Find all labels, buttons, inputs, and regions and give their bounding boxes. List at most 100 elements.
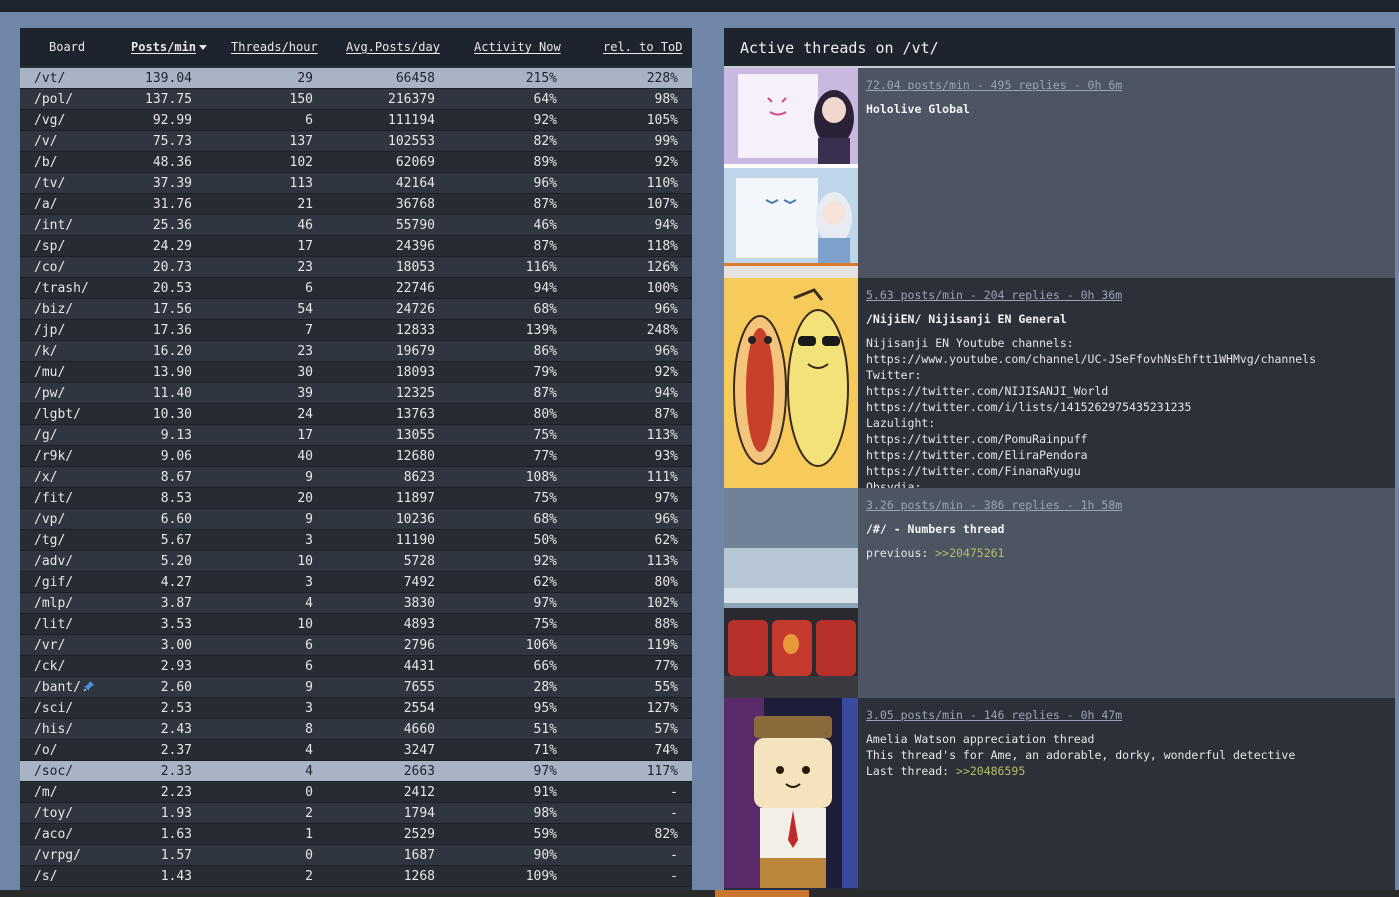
table-row[interactable]: /mlp/3.87 4 3830 97% 102% <box>20 593 692 614</box>
board-link[interactable]: /lgbt/ <box>34 404 81 425</box>
table-row[interactable]: /s/1.43 2 1268 109% - <box>20 866 692 887</box>
table-row[interactable]: /int/25.36 46 55790 46% 94% <box>20 215 692 236</box>
thread-meta-link[interactable]: 5.63 posts/min - 204 replies - 0h 36m <box>866 287 1387 303</box>
quote-link[interactable]: >>20486595 <box>956 764 1025 778</box>
rel-tod-cell-text: 100% <box>646 281 678 296</box>
header-threads-per-hour[interactable]: Threads/hour <box>231 40 318 54</box>
board-link[interactable]: /sci/ <box>34 698 73 719</box>
table-row[interactable]: /fit/8.53 20 11897 75% 97% <box>20 488 692 509</box>
board-link[interactable]: /a/ <box>34 194 57 215</box>
thread-thumbnail[interactable] <box>724 698 858 890</box>
board-link[interactable]: /tg/ <box>34 530 65 551</box>
board-link[interactable]: /ck/ <box>34 656 65 677</box>
board-link[interactable]: /r9k/ <box>34 446 73 467</box>
table-row[interactable]: /trash/20.53 6 22746 94% 100% <box>20 278 692 299</box>
thread-meta-link[interactable]: 3.05 posts/min - 146 replies - 0h 47m <box>866 707 1387 723</box>
header-board[interactable]: Board <box>49 40 85 54</box>
board-link[interactable]: /biz/ <box>34 299 73 320</box>
table-row[interactable]: /a/31.76 21 36768 87% 107% <box>20 194 692 215</box>
table-row[interactable]: /adv/5.20 10 5728 92% 113% <box>20 551 692 572</box>
table-row[interactable]: /o/2.37 4 3247 71% 74% <box>20 740 692 761</box>
header-posts-per-min[interactable]: Posts/min <box>131 40 208 54</box>
thread-thumbnail[interactable] <box>724 68 858 278</box>
table-row[interactable]: /co/20.73 23 18053 116% 126% <box>20 257 692 278</box>
table-row[interactable]: /vrpg/1.57 0 1687 90% - <box>20 845 692 866</box>
table-row[interactable]: /sci/2.53 3 2554 95% 127% <box>20 698 692 719</box>
table-row[interactable]: /ck/2.93 6 4431 66% 77% <box>20 656 692 677</box>
table-row[interactable]: /b/48.36 102 62069 89% 92% <box>20 152 692 173</box>
board-link[interactable]: /v/ <box>34 131 57 152</box>
thread-item[interactable]: 5.63 posts/min - 204 replies - 0h 36m /N… <box>724 278 1395 488</box>
table-row[interactable]: /mu/13.90 30 18093 79% 92% <box>20 362 692 383</box>
board-link[interactable]: /pol/ <box>34 89 73 110</box>
table-row[interactable]: /m/2.23 0 2412 91% - <box>20 782 692 803</box>
table-row[interactable]: /pw/11.40 39 12325 87% 94% <box>20 383 692 404</box>
board-link[interactable]: /mlp/ <box>34 593 73 614</box>
table-row[interactable]: /lgbt/10.30 24 13763 80% 87% <box>20 404 692 425</box>
board-link[interactable]: /co/ <box>34 257 65 278</box>
table-row[interactable]: /biz/17.56 54 24726 68% 96% <box>20 299 692 320</box>
board-link[interactable]: /vt/ <box>34 68 65 89</box>
board-link[interactable]: /aco/ <box>34 824 73 845</box>
board-link[interactable]: /trash/ <box>34 278 89 299</box>
header-activity-now[interactable]: Activity Now <box>474 40 561 54</box>
thread-thumbnail[interactable] <box>724 278 858 488</box>
board-link[interactable]: /soc/ <box>34 761 73 782</box>
board-link[interactable]: /int/ <box>34 215 73 236</box>
table-row[interactable]: /k/16.20 23 19679 86% 96% <box>20 341 692 362</box>
table-row[interactable]: /bant/2.60 9 7655 28% 55% <box>20 677 692 698</box>
board-link[interactable]: /sp/ <box>34 236 65 257</box>
table-row[interactable]: /vg/92.99 6 111194 92% 105% <box>20 110 692 131</box>
table-row[interactable]: /x/8.67 9 8623 108% 111% <box>20 467 692 488</box>
table-row[interactable]: /toy/1.93 2 1794 98% - <box>20 803 692 824</box>
board-link[interactable]: /x/ <box>34 467 57 488</box>
board-link[interactable]: /vrpg/ <box>34 845 81 866</box>
board-link[interactable]: /lit/ <box>34 614 73 635</box>
header-avg-posts-day[interactable]: Avg.Posts/day <box>346 40 440 54</box>
board-link[interactable]: /tv/ <box>34 173 65 194</box>
board-link[interactable]: /his/ <box>34 719 73 740</box>
table-row[interactable]: /tv/37.39 113 42164 96% 110% <box>20 173 692 194</box>
table-row[interactable]: /jp/17.36 7 12833 139% 248% <box>20 320 692 341</box>
table-row[interactable]: /vr/3.00 6 2796 106% 119% <box>20 635 692 656</box>
table-row[interactable]: /vp/6.60 9 10236 68% 96% <box>20 509 692 530</box>
board-link[interactable]: /m/ <box>34 782 57 803</box>
thread-thumbnail[interactable] <box>724 488 858 698</box>
board-link[interactable]: /vr/ <box>34 635 65 656</box>
quote-link[interactable]: >>20475261 <box>935 546 1004 560</box>
board-link[interactable]: /vg/ <box>34 110 65 131</box>
board-link[interactable]: /b/ <box>34 152 57 173</box>
board-link[interactable]: /bant/ <box>34 677 95 698</box>
board-link[interactable]: /jp/ <box>34 320 65 341</box>
table-row[interactable]: /sp/24.29 17 24396 87% 118% <box>20 236 692 257</box>
table-row[interactable]: /r9k/9.06 40 12680 77% 93% <box>20 446 692 467</box>
thread-item[interactable]: 72.04 posts/min - 495 replies - 0h 6m Ho… <box>724 68 1395 278</box>
table-row[interactable]: /vt/139.04 29 66458 215% 228% <box>20 68 692 89</box>
board-link[interactable]: /s/ <box>34 866 57 887</box>
board-link[interactable]: /mu/ <box>34 362 65 383</box>
thread-meta-link[interactable]: 3.26 posts/min - 386 replies - 1h 58m <box>866 497 1387 513</box>
header-rel-tod[interactable]: rel. to ToD <box>603 40 682 54</box>
board-link[interactable]: /pw/ <box>34 383 65 404</box>
thread-item[interactable]: 3.26 posts/min - 386 replies - 1h 58m /#… <box>724 488 1395 698</box>
thread-meta-link[interactable]: 72.04 posts/min - 495 replies - 0h 6m <box>866 77 1387 93</box>
table-row[interactable]: /v/75.73 137 102553 82% 99% <box>20 131 692 152</box>
table-row[interactable]: /g/9.13 17 13055 75% 113% <box>20 425 692 446</box>
board-link[interactable]: /vp/ <box>34 509 65 530</box>
board-link[interactable]: /fit/ <box>34 488 73 509</box>
table-row[interactable]: /his/2.43 8 4660 51% 57% <box>20 719 692 740</box>
board-link[interactable]: /gif/ <box>34 572 73 593</box>
table-row[interactable]: /gif/4.27 3 7492 62% 80% <box>20 572 692 593</box>
board-link[interactable]: /g/ <box>34 425 57 446</box>
board-link[interactable]: /k/ <box>34 341 57 362</box>
table-row[interactable]: /tg/5.67 3 11190 50% 62% <box>20 530 692 551</box>
board-link[interactable]: /o/ <box>34 740 57 761</box>
table-row[interactable]: /aco/1.63 1 2529 59% 82% <box>20 824 692 845</box>
table-row[interactable]: /pol/137.75 150 216379 64% 98% <box>20 89 692 110</box>
activity-now-cell-text: 80% <box>533 407 557 422</box>
board-link[interactable]: /adv/ <box>34 551 73 572</box>
table-row[interactable]: /soc/2.33 4 2663 97% 117% <box>20 761 692 782</box>
table-row[interactable]: /lit/3.53 10 4893 75% 88% <box>20 614 692 635</box>
thread-item[interactable]: 3.05 posts/min - 146 replies - 0h 47m Am… <box>724 698 1395 890</box>
board-link[interactable]: /toy/ <box>34 803 73 824</box>
